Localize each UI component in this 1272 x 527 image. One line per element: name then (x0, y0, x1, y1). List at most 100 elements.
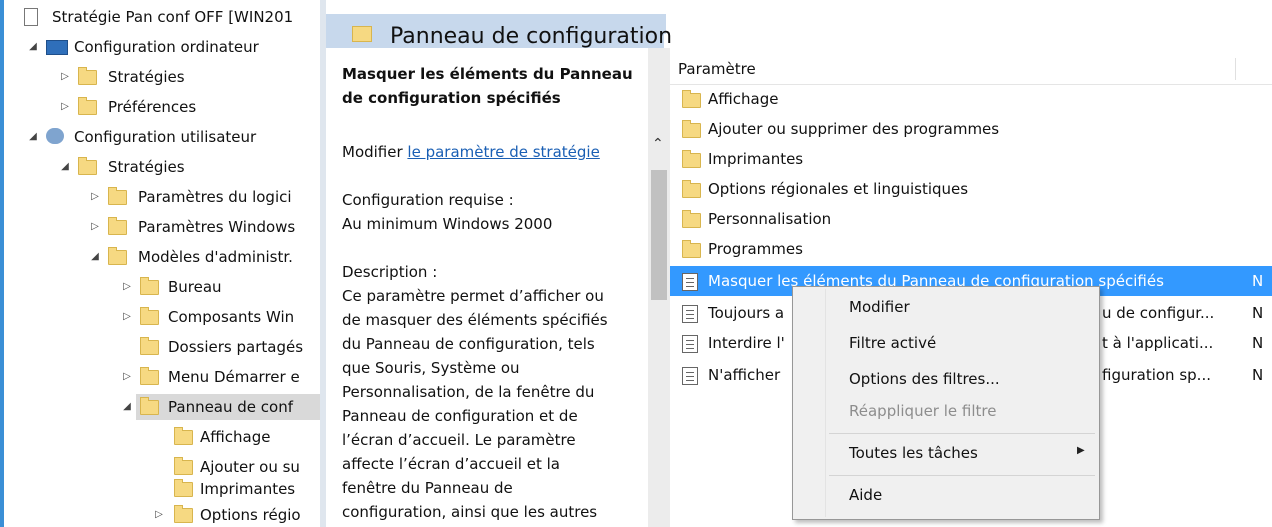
expand-arrow-icon[interactable]: ▷ (120, 302, 134, 332)
tree-item-software-settings[interactable]: ▷ Paramètres du logici (4, 182, 320, 212)
list-item-label: Interdire l' (708, 334, 785, 352)
menu-item-filter-options[interactable]: Options des filtres... (849, 363, 1000, 395)
folder-icon (682, 240, 701, 258)
collapse-arrow-icon[interactable]: ◢ (120, 392, 134, 422)
list-item-label: Ajouter ou supprimer des programmes (708, 120, 1000, 138)
description-line: Personnalisation, de la fenêtre du (342, 383, 595, 401)
list-item[interactable]: Affichage (670, 84, 1272, 114)
policy-document-icon (24, 8, 38, 26)
collapse-arrow-icon[interactable]: ◢ (58, 152, 72, 182)
list-item-state: N (1252, 334, 1264, 352)
tree-item-display[interactable]: Affichage (4, 422, 320, 452)
setting-title: Masquer les éléments du Panneau de confi… (342, 65, 633, 107)
scroll-up-icon[interactable]: ⌃ (652, 136, 664, 152)
tree-item-label: Configuration ordinateur (74, 38, 259, 56)
tree-item-windows-settings[interactable]: ▷ Paramètres Windows (4, 212, 320, 242)
menu-item-modifier[interactable]: Modifier (849, 291, 910, 323)
expand-arrow-icon[interactable]: ▷ (58, 92, 72, 122)
list-item-label: Personnalisation (708, 210, 832, 228)
description-line: l’écran d’accueil. Le paramètre (342, 431, 576, 449)
tree-item-label: Configuration utilisateur (74, 128, 257, 146)
folder-icon (78, 157, 97, 175)
tree-item-control-panel[interactable]: ◢ Panneau de conf (4, 392, 320, 422)
context-menu: Modifier Filtre activé Options des filtr… (792, 286, 1100, 520)
description-line: Ce paramètre permet d’afficher ou (342, 287, 604, 305)
expand-arrow-icon[interactable]: ▷ (120, 362, 134, 392)
tree-item-desktop[interactable]: ▷ Bureau (4, 272, 320, 302)
folder-icon (174, 505, 193, 523)
folder-icon (108, 247, 127, 265)
tree-item-shared-folders[interactable]: Dossiers partagés (4, 332, 320, 362)
tree-item-label: Stratégie Pan conf OFF [WIN201 (52, 8, 294, 26)
computer-icon (46, 40, 68, 55)
expand-arrow-icon[interactable]: ▷ (88, 182, 102, 212)
expand-arrow-icon[interactable]: ▷ (152, 500, 166, 527)
tree-item-preferences[interactable]: ▷ Préférences (4, 92, 320, 122)
description-pane: Masquer les éléments du Panneau de confi… (326, 48, 648, 527)
edit-setting-line: Modifier le paramètre de stratégie (342, 140, 600, 164)
folder-icon (140, 337, 159, 355)
edit-policy-link[interactable]: le paramètre de stratégie (407, 143, 599, 161)
folder-icon (174, 427, 193, 445)
tree-item-admin-templates[interactable]: ◢ Modèles d'administr. (4, 242, 320, 272)
tree-item-label: Composants Win (168, 308, 295, 326)
collapse-arrow-icon[interactable]: ◢ (26, 122, 40, 152)
tree-item-label: Menu Démarrer e (168, 368, 300, 386)
description-line: affecte l’écran d’accueil et la (342, 455, 560, 473)
tree-item-user-config[interactable]: ◢ Configuration utilisateur (4, 122, 320, 152)
description-label: Description : (342, 263, 438, 281)
folder-icon (78, 97, 97, 115)
setting-icon (682, 335, 698, 353)
tree-item-strategies[interactable]: ▷ Stratégies (4, 62, 320, 92)
list-item-state: N (1252, 272, 1264, 290)
list-item-label-tail: figuration sp... (1102, 366, 1211, 384)
tree-item-user-strategies[interactable]: ◢ Stratégies (4, 152, 320, 182)
description-line: configuration, ainsi que les autres (342, 503, 598, 521)
menu-item-all-tasks[interactable]: Toutes les tâches (849, 437, 978, 469)
menu-separator (829, 433, 1095, 434)
tree-item-label: Stratégies (108, 158, 185, 176)
list-item-state: N (1252, 366, 1264, 384)
collapse-arrow-icon[interactable]: ◢ (26, 32, 40, 62)
requirements-label: Configuration requise : (342, 191, 514, 209)
description-line: du Panneau de configuration, tels (342, 335, 595, 353)
description-line: de masquer des éléments spécifiés (342, 311, 608, 329)
folder-icon (140, 397, 159, 415)
menu-item-help[interactable]: Aide (849, 479, 882, 511)
menu-item-filter-enabled[interactable]: Filtre activé (849, 327, 936, 359)
column-separator[interactable] (1235, 58, 1236, 80)
tree-item-windows-components[interactable]: ▷ Composants Win (4, 302, 320, 332)
tree-item-label: Affichage (200, 428, 271, 446)
collapse-arrow-icon[interactable]: ◢ (88, 242, 102, 272)
list-item-label: Toujours a (708, 304, 785, 322)
tree-item-label: Modèles d'administr. (138, 248, 293, 266)
folder-icon (78, 67, 97, 85)
list-item[interactable]: Programmes (670, 234, 1272, 264)
tree-item-policy-root[interactable]: Stratégie Pan conf OFF [WIN201 (4, 2, 320, 32)
list-item[interactable]: Ajouter ou supprimer des programmes (670, 114, 1272, 144)
expand-arrow-icon[interactable]: ▷ (58, 62, 72, 92)
list-item[interactable]: Imprimantes (670, 144, 1272, 174)
list-item[interactable]: Options régionales et linguistiques (670, 174, 1272, 204)
folder-icon (682, 150, 701, 168)
tree-item-label: Préférences (108, 98, 197, 116)
expand-arrow-icon[interactable]: ▷ (120, 272, 134, 302)
list-item-state: N (1252, 304, 1264, 322)
tree-item-label: Paramètres Windows (138, 218, 296, 236)
tree-item-label: Dossiers partagés (168, 338, 304, 356)
setting-icon (682, 367, 698, 385)
tree-item-label: Paramètres du logici (138, 188, 292, 206)
column-header-setting[interactable]: Paramètre (670, 54, 1272, 85)
list-item-label: Affichage (708, 90, 779, 108)
description-scrollbar[interactable]: ⌃ (648, 48, 670, 527)
folder-icon (174, 479, 193, 497)
tree-item-computer-config[interactable]: ◢ Configuration ordinateur (4, 32, 320, 62)
description-line: fenêtre du Panneau de (342, 479, 513, 497)
expand-arrow-icon[interactable]: ▷ (88, 212, 102, 242)
tree-item-start-menu[interactable]: ▷ Menu Démarrer e (4, 362, 320, 392)
folder-icon (682, 210, 701, 228)
menu-separator (829, 475, 1095, 476)
tree-item-regional-options[interactable]: ▷ Options régio (4, 500, 320, 527)
scrollbar-thumb[interactable] (651, 170, 667, 300)
list-item[interactable]: Personnalisation (670, 204, 1272, 234)
